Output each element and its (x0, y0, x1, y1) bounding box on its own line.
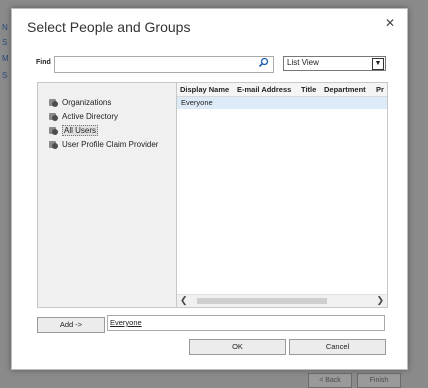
directory-icon (49, 112, 58, 121)
view-dropdown[interactable]: List View ▼ (283, 56, 386, 71)
column-header-title[interactable]: Title (301, 85, 316, 94)
ok-button[interactable]: OK (189, 339, 286, 355)
chevron-down-icon[interactable]: ▼ (372, 58, 384, 70)
find-label: Find (36, 59, 51, 66)
background-link: S (2, 38, 8, 47)
column-header-display-name[interactable]: Display Name (180, 85, 229, 94)
tree-item-label: User Profile Claim Provider (62, 139, 159, 149)
find-input[interactable] (54, 56, 274, 73)
add-button[interactable]: Add -> (37, 317, 105, 333)
tree-item-active-directory[interactable]: Active Directory (49, 110, 118, 122)
directory-tree: Organizations Active Directory All Users… (37, 82, 179, 308)
tree-item-organizations[interactable]: Organizations (49, 96, 111, 108)
directory-icon (49, 126, 58, 135)
background-back-button: < Back (308, 373, 352, 388)
scroll-right-icon[interactable]: ❯ (376, 295, 384, 306)
background-link: M (2, 54, 9, 63)
column-header-department[interactable]: Department (324, 85, 366, 94)
scroll-left-icon[interactable]: ❮ (180, 295, 188, 306)
table-row[interactable]: Everyone (177, 97, 387, 109)
directory-icon (49, 140, 58, 149)
view-dropdown-value: List View (287, 58, 319, 67)
directory-icon (49, 98, 58, 107)
background-finish-button: Finish (357, 373, 401, 388)
tree-item-label: Organizations (62, 97, 112, 107)
tree-item-label: All Users (62, 124, 99, 136)
horizontal-scrollbar[interactable]: ❮ ❯ (177, 294, 387, 307)
column-header-truncated[interactable]: Pr (376, 85, 384, 94)
selected-entity[interactable]: Everyone (110, 318, 142, 327)
tree-item-all-users[interactable]: All Users (49, 124, 99, 136)
selected-people-field[interactable]: Everyone (107, 315, 385, 331)
close-icon[interactable]: ✕ (385, 16, 395, 30)
dialog-title: Select People and Groups (27, 19, 191, 35)
column-header-email[interactable]: E-mail Address (237, 85, 291, 94)
results-table: Display Name E-mail Address Title Depart… (176, 82, 388, 308)
select-people-dialog: Select People and Groups ✕ Find List Vie… (11, 8, 408, 370)
tree-item-label: Active Directory (62, 111, 119, 121)
tree-item-user-profile-claim-provider[interactable]: User Profile Claim Provider (49, 138, 158, 150)
cancel-button[interactable]: Cancel (289, 339, 386, 355)
search-icon[interactable] (258, 57, 269, 68)
scrollbar-thumb[interactable] (197, 298, 327, 304)
table-header: Display Name E-mail Address Title Depart… (177, 83, 387, 97)
cell-display-name: Everyone (181, 98, 213, 107)
background-text: N (2, 23, 8, 32)
background-link: S (2, 71, 8, 80)
